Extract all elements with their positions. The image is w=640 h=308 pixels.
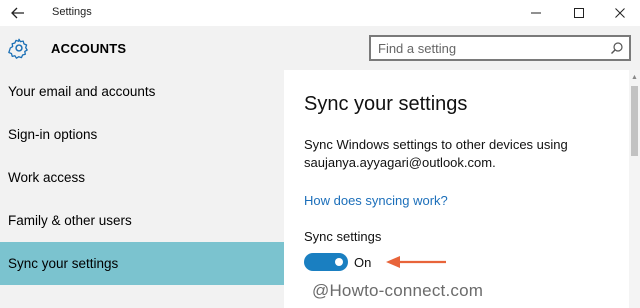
scroll-up-icon[interactable]: ▲	[631, 72, 638, 82]
sync-settings-toggle[interactable]	[304, 253, 348, 271]
arrow-left-icon	[11, 7, 24, 19]
sidebar-item-sync-settings[interactable]: Sync your settings	[0, 242, 284, 285]
sync-description: Sync Windows settings to other devices u…	[304, 137, 568, 170]
title-bar: Settings	[0, 0, 640, 26]
search-input[interactable]: Find a setting	[369, 35, 631, 61]
sidebar-item-email-accounts[interactable]: Your email and accounts	[0, 70, 284, 113]
sidebar-item-family-users[interactable]: Family & other users	[0, 199, 284, 242]
toggle-state-label: On	[354, 255, 372, 270]
close-icon	[615, 8, 625, 18]
sidebar-item-sign-in-options[interactable]: Sign-in options	[0, 113, 284, 156]
minimize-button[interactable]	[516, 0, 556, 26]
sidebar-item-label: Work access	[8, 170, 86, 185]
sidebar-item-label: Sign-in options	[8, 127, 98, 142]
minimize-icon	[531, 12, 541, 14]
window-title: Settings	[52, 6, 92, 18]
sync-settings-label: Sync settings	[304, 229, 382, 244]
sidebar-item-label: Your email and accounts	[8, 84, 156, 99]
search-placeholder: Find a setting	[378, 41, 457, 56]
watermark: @Howto-connect.com	[312, 281, 484, 300]
maximize-icon	[574, 8, 584, 18]
gear-icon	[8, 38, 28, 59]
scrollbar[interactable]: ▲	[629, 70, 640, 308]
toggle-knob	[335, 258, 343, 266]
search-icon[interactable]	[610, 41, 624, 55]
sidebar-item-label: Family & other users	[8, 213, 132, 228]
close-button[interactable]	[600, 0, 640, 26]
sidebar-item-label: Sync your settings	[8, 256, 119, 271]
back-button[interactable]	[0, 0, 36, 26]
sidebar-item-work-access[interactable]: Work access	[0, 156, 284, 199]
main-content: Sync your settings Sync Windows settings…	[284, 70, 629, 308]
accounts-header: ACCOUNTS Find a setting	[0, 26, 640, 70]
page-title: ACCOUNTS	[51, 41, 127, 56]
annotation-arrow-icon	[386, 256, 446, 268]
scroll-thumb[interactable]	[631, 86, 638, 156]
sidebar: Your email and accounts Sign-in options …	[0, 70, 284, 308]
maximize-button[interactable]	[559, 0, 599, 26]
section-heading: Sync your settings	[304, 93, 468, 115]
how-syncing-works-link[interactable]: How does syncing work?	[304, 193, 448, 208]
